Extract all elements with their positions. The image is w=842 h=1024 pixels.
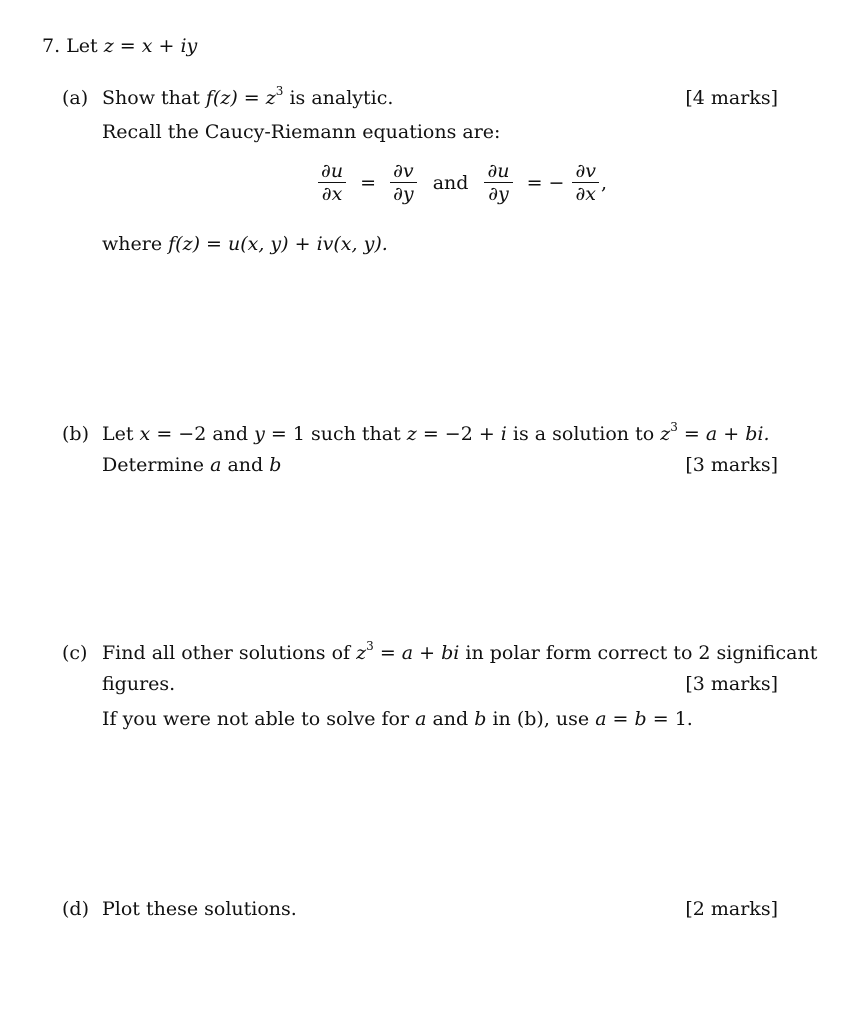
math: b: [269, 454, 282, 476]
negative-equals-sign: = −: [526, 171, 565, 194]
text: Find all other solutions of: [102, 642, 351, 664]
text: = −2 and: [156, 423, 249, 445]
question-number: 7.: [42, 35, 61, 57]
math: z: [356, 642, 367, 664]
text: = 1.: [652, 708, 693, 730]
part-a-exponent: 3: [275, 83, 284, 98]
part-a-prompt: (a) Show that f(z) = z3 is analytic.: [62, 83, 394, 110]
part-c-fallback: If you were not able to solve for a and …: [102, 707, 693, 731]
part-a-recall: Recall the Caucy-Riemann equations are:: [102, 121, 501, 143]
question-intro-math: z = x + iy: [103, 35, 198, 57]
question-header: 7. Let z = x + iy: [42, 34, 197, 58]
part-b-prompt: (b) Let x = −2 and y = 1 such that z = −2…: [62, 419, 770, 446]
numerator: ∂v: [390, 160, 417, 183]
math: z: [660, 423, 671, 445]
math: y: [254, 423, 265, 445]
part-c-figures: figures.: [102, 673, 176, 695]
fraction: ∂v ∂y: [390, 160, 417, 205]
math: a + bi: [401, 642, 460, 664]
math: b: [474, 708, 487, 730]
part-a-text: Show that: [102, 87, 200, 109]
part-a-marks: [4 marks]: [685, 87, 778, 109]
part-c-marks: [3 marks]: [685, 673, 778, 695]
part-a-where: where f(z) = u(x, y) + iv(x, y).: [102, 232, 388, 256]
comma: ,: [601, 171, 608, 194]
text: If you were not able to solve for: [102, 708, 410, 730]
numerator: ∂v: [572, 160, 600, 183]
part-c-prompt: (c) Find all other solutions of z3 = a + …: [62, 638, 818, 665]
exponent: 3: [670, 419, 678, 434]
part-d-label: (d): [62, 898, 89, 920]
exponent: 3: [366, 638, 374, 653]
fraction: ∂v ∂x: [572, 160, 600, 205]
text: is a solution to: [512, 423, 655, 445]
part-d-marks: [2 marks]: [685, 898, 778, 920]
denominator: ∂x: [321, 183, 343, 205]
part-c-label: (c): [62, 642, 88, 664]
text: in polar form correct to 2 significant: [465, 642, 818, 664]
numerator: ∂u: [484, 160, 513, 183]
text: Let: [102, 423, 134, 445]
math: z: [406, 423, 417, 445]
fraction: ∂u ∂x: [318, 160, 347, 205]
math: a + bi.: [705, 423, 770, 445]
text: and: [432, 708, 469, 730]
math: a = b: [595, 708, 647, 730]
text: =: [683, 423, 700, 445]
cauchy-riemann-equations: ∂u ∂x = ∂v ∂y and ∂u ∂y = − ∂v ∂x,: [316, 160, 607, 205]
fraction: ∂u ∂y: [484, 160, 513, 205]
text: Plot these solutions.: [102, 898, 297, 920]
text: Determine: [102, 454, 205, 476]
part-b-marks: [3 marks]: [685, 454, 778, 476]
denominator: ∂x: [575, 183, 597, 205]
denominator: ∂y: [393, 183, 414, 205]
math: a: [415, 708, 427, 730]
part-a-math: f(z) = z: [205, 87, 276, 109]
part-d-prompt: (d) Plot these solutions.: [62, 897, 297, 921]
equals-sign: =: [360, 171, 377, 194]
text: = −2 +: [422, 423, 495, 445]
numerator: ∂u: [318, 160, 347, 183]
denominator: ∂y: [488, 183, 509, 205]
part-a-text-after: is analytic.: [289, 87, 394, 109]
math: a: [210, 454, 222, 476]
part-b-label: (b): [62, 423, 89, 445]
text: in (b), use: [492, 708, 590, 730]
text: = 1 such that: [270, 423, 401, 445]
part-b-determine: Determine a and b: [102, 453, 281, 477]
where-text: where: [102, 233, 163, 255]
part-a-label: (a): [62, 87, 89, 109]
text: =: [379, 642, 396, 664]
question-intro: Let: [66, 35, 98, 57]
text: and: [227, 454, 264, 476]
math: i: [500, 423, 507, 445]
where-math: f(z) = u(x, y) + iv(x, y).: [168, 233, 388, 255]
and-word: and: [432, 171, 469, 194]
math: x: [139, 423, 151, 445]
